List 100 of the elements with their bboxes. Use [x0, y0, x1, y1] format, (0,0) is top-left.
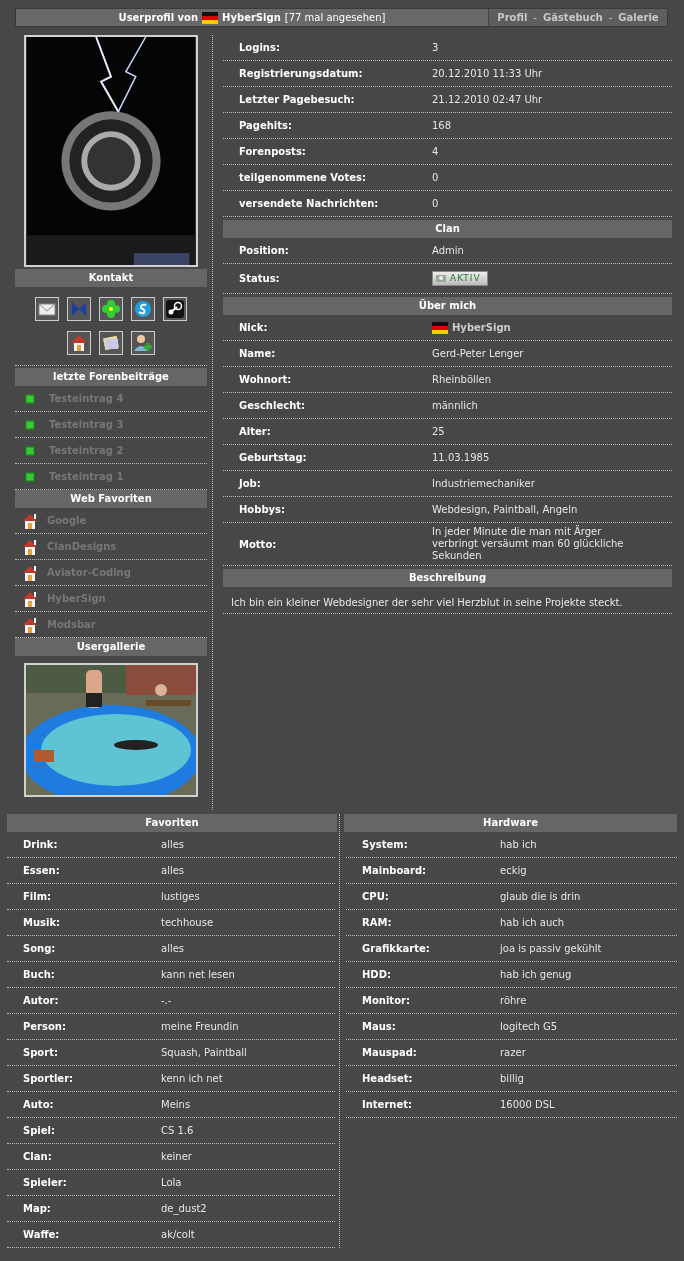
field-label: Geschlecht: [238, 399, 307, 413]
field-label: HDD: [361, 968, 392, 982]
field-value: -.- [161, 994, 173, 1007]
field-value: hab ich [500, 838, 538, 851]
chat-icon [133, 299, 153, 319]
field-value: razer [500, 1046, 527, 1059]
field-value: Squash, Paintball [161, 1046, 248, 1059]
field-label: Name: [238, 347, 277, 361]
field-value: Industriemechaniker [432, 477, 536, 490]
field-value: techhouse [161, 916, 215, 929]
field-value: alles [161, 838, 186, 851]
username: HyberSign [222, 11, 281, 25]
field-label: Autor: [22, 994, 60, 1008]
field-label: Essen: [22, 864, 61, 878]
field-label: Drink: [22, 838, 59, 852]
flag-icon [202, 11, 219, 24]
field-value: billig [500, 1072, 525, 1085]
field-value: Meins [161, 1098, 192, 1111]
field-label: CPU: [361, 890, 390, 904]
field-value: hab ich auch [500, 916, 566, 929]
field-label: teilgenommene Votes: [238, 171, 367, 185]
field-label: Motto: [238, 537, 278, 552]
field-label: Position: [238, 244, 290, 258]
card-button[interactable] [99, 331, 123, 355]
field-label: Job: [237, 477, 262, 491]
house-icon [21, 537, 39, 556]
square-bullet-icon [25, 393, 35, 404]
field-label: Mauspad: [361, 1046, 418, 1060]
field-value: In jeder Minute die man mit Ärger verbringt versäumt man 60 glückliche Sekunden [432, 526, 625, 562]
field-label: Waffe: [22, 1228, 61, 1242]
add-user-icon [133, 333, 153, 353]
field-label: Person: [22, 1020, 67, 1034]
field-label: Nick: [238, 321, 269, 335]
nav-link[interactable]: Galerie [618, 10, 659, 25]
house-icon [21, 563, 39, 582]
field-value: kenn ich net [161, 1072, 224, 1085]
section-header: letzte Forenbeiträge [15, 368, 207, 386]
field-value: röhre [500, 994, 528, 1007]
title-label: Userprofil von [118, 11, 199, 25]
square-bullet-icon [25, 419, 35, 430]
house-icon [21, 511, 39, 530]
field-value: 11.03.1985 [432, 451, 491, 464]
section-header: Favoriten [7, 814, 337, 832]
square-bullet-icon [25, 471, 35, 482]
username: HyberSign [452, 321, 511, 334]
field-label: Pagehits: [238, 119, 294, 133]
field-label: Sport: [22, 1046, 59, 1060]
section-header: Kontakt [15, 269, 207, 287]
field-value: männlich [432, 399, 479, 412]
field-label: Clan: [22, 1150, 53, 1164]
add-user-button[interactable] [131, 331, 155, 355]
section-header: Über mich [223, 297, 672, 315]
flower-button[interactable] [99, 297, 123, 321]
field-value: kann net lesen [161, 968, 236, 981]
field-label: Wohnort: [238, 373, 293, 387]
field-value: logitech G5 [500, 1020, 559, 1033]
nav-separator: - [533, 11, 537, 25]
field-label: Headset: [361, 1072, 414, 1086]
field-value: alles [161, 942, 186, 955]
field-value: joa is passiv gekühlt [500, 942, 603, 955]
description-text: Ich bin ein kleiner Webdesigner der sehr viel Herzblut in seine Projekte steckt. [231, 596, 624, 609]
field-label: Auto: [22, 1098, 55, 1112]
field-value: 0 [432, 171, 440, 184]
field-label: Musik: [22, 916, 62, 930]
field-label: Letzter Pagebesuch: [238, 93, 356, 107]
field-value: Webdesign, Paintball, Angeln [432, 503, 579, 516]
field-label: Spieler: [22, 1176, 68, 1190]
field-value: 16000 DSL [500, 1098, 556, 1111]
field-value: keiner [161, 1150, 193, 1163]
house-icon [21, 615, 39, 634]
nav-link[interactable]: Profil [497, 10, 528, 25]
view-count: [77 mal angesehen] [284, 11, 386, 25]
field-label: Grafikkarte: [361, 942, 431, 956]
field-value: Rheinböllen [432, 373, 493, 386]
field-label: Forenposts: [238, 145, 307, 159]
field-label: Registrierungsdatum: [238, 67, 364, 81]
field-label: Mainboard: [361, 864, 428, 878]
mail-button[interactable] [35, 297, 59, 321]
status-badge: AKTIV [432, 270, 488, 286]
field-value: alles [161, 864, 186, 877]
field-label: Buch: [22, 968, 56, 982]
nav-link[interactable]: Gästebuch [542, 10, 603, 25]
field-value: lustiges [161, 890, 201, 903]
square-bullet-icon [25, 445, 35, 456]
field-label: Hobbys: [238, 503, 287, 517]
field-value: Admin [432, 244, 465, 257]
field-value: de_dust2 [161, 1202, 208, 1215]
field-label: Spiel: [22, 1124, 56, 1138]
chat-button[interactable] [131, 297, 155, 321]
house-icon [21, 589, 39, 608]
field-value: hab ich genug [500, 968, 573, 981]
field-value: 20.12.2010 11:33 Uhr [432, 67, 544, 80]
field-label: Logins: [238, 41, 281, 55]
field-label: Alter: [238, 425, 272, 439]
field-label: versendete Nachrichten: [238, 197, 380, 211]
field-value: glaub die is drin [500, 890, 582, 903]
field-value: 25 [432, 425, 446, 438]
field-label: Song: [22, 942, 57, 956]
field-label: Internet: [361, 1098, 413, 1112]
house-button[interactable] [67, 331, 91, 355]
